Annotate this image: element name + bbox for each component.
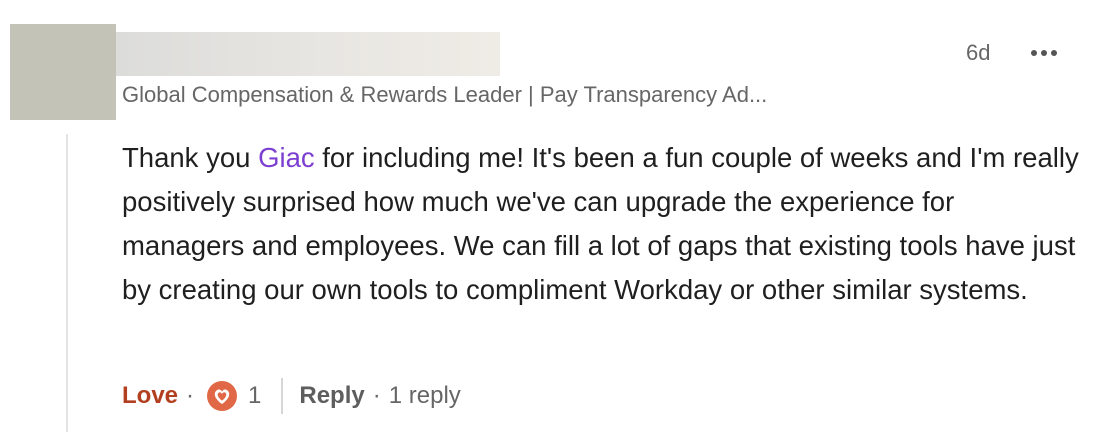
avatar[interactable] <box>10 24 116 120</box>
commenter-headline: Global Compensation & Rewards Leader | P… <box>122 82 768 107</box>
actions-divider <box>281 378 284 414</box>
thread-line <box>66 134 68 432</box>
love-heart-icon[interactable] <box>206 380 238 412</box>
comment-timestamp: 6d <box>966 40 991 65</box>
more-options-icon[interactable] <box>1026 44 1062 62</box>
replies-count-link[interactable]: 1 reply <box>389 382 461 410</box>
comment-text: Thank you Giac for including me! It's be… <box>122 136 1082 312</box>
reaction-count[interactable]: 1 <box>248 382 261 410</box>
separator-dot: · <box>372 382 381 409</box>
mention-link[interactable]: Giac <box>258 142 315 173</box>
commenter-name-redacted[interactable] <box>116 32 500 76</box>
comment-text-start: Thank you <box>122 142 259 173</box>
comment-actions: Love · 1 Reply · 1 reply <box>122 376 461 416</box>
separator-dot: · <box>186 382 195 409</box>
love-reaction-button[interactable]: Love <box>122 382 178 410</box>
reply-button[interactable]: Reply <box>299 382 364 410</box>
